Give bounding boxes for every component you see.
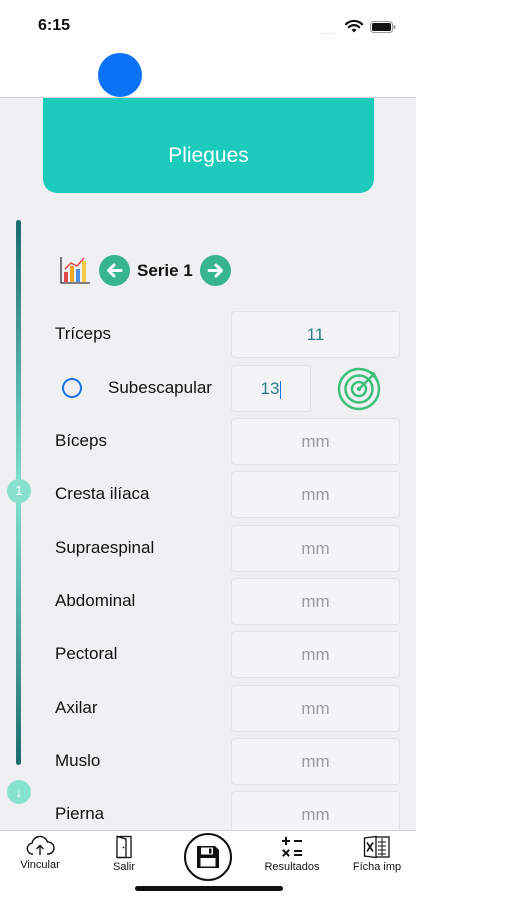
- cellular-signal-icon: ....: [322, 26, 337, 36]
- measurement-label: Axilar: [55, 698, 98, 717]
- pierna-input[interactable]: mm: [231, 791, 400, 830]
- measurement-label: Muslo: [55, 751, 101, 770]
- abdominal-input[interactable]: mm: [231, 578, 400, 625]
- measurement-row-triceps: Tríceps 11: [0, 311, 416, 359]
- main-content: Pliegues 1 ↓ Serie 1 Tríceps 11 Subescap…: [0, 98, 416, 830]
- assistive-touch-button[interactable]: [98, 53, 142, 97]
- save-button[interactable]: [184, 833, 232, 881]
- measurement-row-cresta-iliaca: Cresta ilíaca mm: [0, 471, 416, 519]
- tab-salir[interactable]: Salir: [89, 831, 159, 881]
- subescapular-radio[interactable]: [62, 378, 82, 398]
- pectoral-input[interactable]: mm: [231, 631, 400, 678]
- measurement-label: Supraespinal: [55, 538, 155, 557]
- biceps-input[interactable]: mm: [231, 418, 400, 465]
- measurement-label: Abdominal: [55, 591, 136, 610]
- measurement-row-pierna: Pierna mm: [0, 791, 416, 830]
- text-caret: [280, 380, 282, 399]
- cloud-upload-icon: [26, 835, 55, 855]
- section-banner: Pliegues: [43, 98, 374, 193]
- phone-screen: 6:15 .... Pliegues 1 ↓ Serie 1 Tríceps 1…: [0, 0, 416, 900]
- serie-selector: Serie 1: [58, 252, 258, 288]
- battery-icon: [370, 21, 396, 33]
- section-title: Pliegues: [168, 144, 249, 167]
- cresta-iliaca-input[interactable]: mm: [231, 471, 400, 518]
- arrow-right-icon: [207, 263, 223, 278]
- measurement-label: Subescapular: [108, 378, 212, 397]
- axilar-input[interactable]: mm: [231, 685, 400, 732]
- tab-label: Vincular: [20, 859, 60, 871]
- bottom-tab-bar: Vincular Salir Resultados Fícha imp: [0, 830, 416, 900]
- measurement-row-axilar: Axilar mm: [0, 685, 416, 733]
- target-icon[interactable]: [335, 365, 383, 413]
- tab-label: Salir: [112, 861, 135, 873]
- measurement-row-pectoral: Pectoral mm: [0, 631, 416, 679]
- measurement-row-muslo: Muslo mm: [0, 738, 416, 786]
- navigation-header: [0, 50, 416, 98]
- door-exit-icon: [116, 835, 132, 859]
- measurement-label: Tríceps: [55, 324, 112, 343]
- tab-label: Resultados: [264, 861, 320, 873]
- next-serie-button[interactable]: [200, 255, 231, 286]
- subescapular-input[interactable]: 13: [231, 365, 311, 412]
- tab-label: Fícha imp: [352, 861, 402, 873]
- measurement-row-subescapular: Subescapular 13: [0, 365, 416, 413]
- previous-serie-button[interactable]: [99, 255, 130, 286]
- excel-icon: [363, 835, 390, 859]
- measurement-label: Bíceps: [55, 431, 107, 450]
- triceps-input[interactable]: 11: [231, 311, 400, 358]
- status-bar: 6:15 ....: [0, 0, 416, 50]
- save-icon: [197, 846, 219, 868]
- calculator-icon: [282, 837, 302, 857]
- status-time: 6:15: [38, 17, 71, 34]
- tab-resultados[interactable]: Resultados: [257, 831, 327, 881]
- bar-chart-icon[interactable]: [58, 254, 92, 286]
- wifi-icon: [344, 19, 364, 33]
- arrow-left-icon: [107, 263, 123, 278]
- measurement-row-supraespinal: Supraespinal mm: [0, 525, 416, 573]
- measurement-row-biceps: Bíceps mm: [0, 418, 416, 466]
- measurement-label: Pectoral: [55, 644, 118, 663]
- serie-label: Serie 1: [137, 261, 193, 280]
- tab-ficha-imp[interactable]: Fícha imp: [342, 831, 412, 881]
- home-indicator[interactable]: [135, 886, 283, 891]
- measurement-label: Pierna: [55, 804, 105, 823]
- measurement-label: Cresta ilíaca: [55, 484, 150, 503]
- muslo-input[interactable]: mm: [231, 738, 400, 785]
- measurement-row-abdominal: Abdominal mm: [0, 578, 416, 626]
- tab-vincular[interactable]: Vincular: [5, 831, 75, 881]
- supraespinal-input[interactable]: mm: [231, 525, 400, 572]
- input-value: 13: [260, 379, 280, 398]
